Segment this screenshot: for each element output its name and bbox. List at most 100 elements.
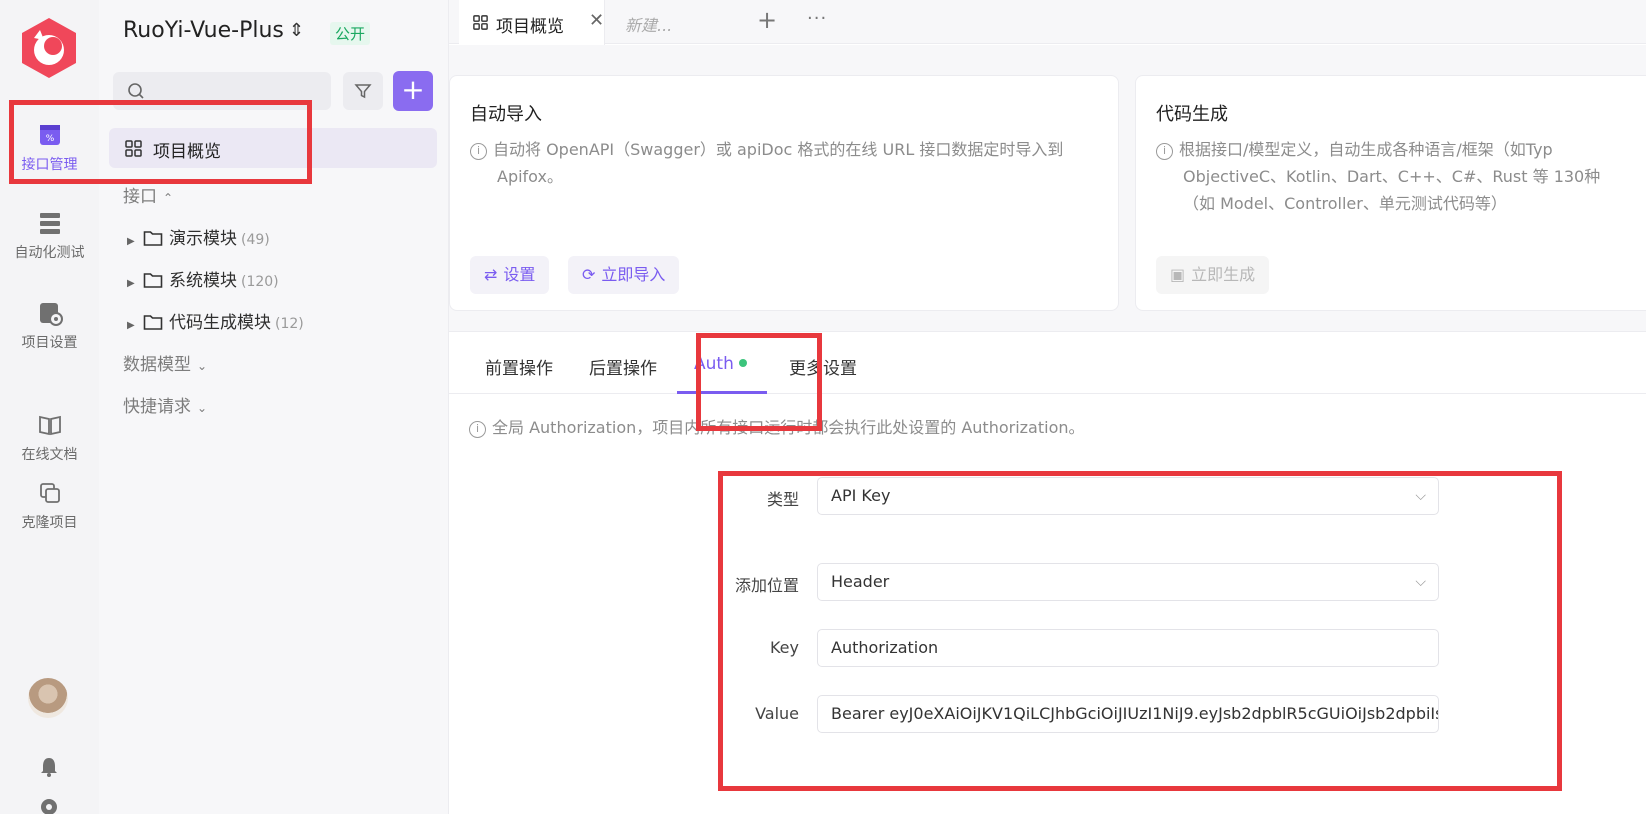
user-avatar[interactable] [28,678,68,718]
folder-count: (49) [241,232,270,248]
tree-group-quick-request[interactable]: 快捷请求 ⌄ [123,392,207,417]
auth-type-select[interactable]: API Key ⌵ [817,477,1439,515]
tab-post-processors[interactable]: 后置操作 [589,354,657,379]
chevron-down-icon: ⌵ [1415,574,1426,590]
tree-group-label: 数据模型 [123,355,191,375]
project-name[interactable]: RuoYi-Vue-Plus [123,18,284,43]
expand-arrow-icon[interactable]: ▶ [127,236,143,247]
key-label: Key [769,638,799,657]
tab-auth[interactable]: Auth [694,354,747,374]
swap-icon: ⇄ [484,265,498,284]
tab-label: 项目概览 [496,17,564,37]
folder-icon [143,273,163,288]
folder-icon [143,315,163,330]
filter-button[interactable] [343,72,383,110]
tree-folder[interactable]: ▶ 系统模块 (120) [127,266,279,291]
tree-group-label: 接口 [123,187,157,207]
project-settings-card: 前置操作 后置操作 Auth 更多设置 i 全局 Authorization，项目… [449,331,1646,814]
visibility-badge: 公开 [330,22,371,45]
auto-import-card: 自动导入 i 自动将 OpenAPI（Swagger）或 apiDoc 格式的在线… [449,75,1119,311]
tree-item-overview[interactable]: 项目概览 [109,128,437,168]
desc-text: 自动将 OpenAPI（Swagger）或 apiDoc 格式的在线 URL 接… [493,140,1064,159]
chevron-down-icon: ⌵ [1415,488,1426,504]
tree-search-input[interactable] [113,72,331,110]
rail-item-api-management[interactable]: % 接口管理 [0,122,99,174]
bell-icon[interactable] [38,756,60,778]
tab-project-overview[interactable]: 项目概览 ✕ [459,0,605,45]
tree-group-api[interactable]: 接口 ⌃ [123,182,173,207]
api-management-icon: % [39,125,60,145]
icon-rail: % 接口管理 自动化测试 项目设置 在线文档 克隆项目 [0,0,99,814]
folder-name: 代码生成模块 [169,313,271,333]
apifox-logo-icon[interactable] [18,16,80,80]
automation-test-icon [39,213,60,234]
add-button[interactable]: + [393,71,433,111]
tip-text: 全局 Authorization，项目内所有接口运行时都会执行此处设置的 Aut… [492,418,1085,437]
auth-tip: i 全局 Authorization，项目内所有接口运行时都会执行此处设置的 Au… [469,414,1085,438]
expand-arrow-icon[interactable]: ▶ [127,278,143,289]
value-label: Value [755,704,799,723]
tab-new[interactable]: 新建... [625,12,672,36]
code-gen-card: 代码生成 i 根据接口/模型定义，自动生成各种语言/框架（如Typ Objecti… [1135,75,1646,311]
folder-name: 系统模块 [169,271,237,291]
tree-item-label: 项目概览 [153,142,221,162]
rail-item-project-settings[interactable]: 项目设置 [0,300,99,352]
button-label: 立即导入 [601,265,666,284]
online-docs-icon [38,415,61,436]
gear-icon[interactable] [38,796,60,814]
main-content: 自动导入 i 自动将 OpenAPI（Swagger）或 apiDoc 格式的在线… [449,45,1646,814]
tab-more-settings[interactable]: 更多设置 [789,354,857,379]
svg-text:%: % [45,134,54,144]
close-icon[interactable]: ✕ [589,10,604,31]
project-switch-icon[interactable]: ⇕ [289,20,304,41]
refresh-icon: ⟳ [582,265,596,284]
status-dot [738,359,747,367]
value-input[interactable]: Bearer eyJ0eXAiOiJKV1QiLCJhbGciOiJIUzI1N… [817,695,1439,733]
info-icon: i [469,421,486,438]
settings-button[interactable]: ⇄ 设置 [470,256,550,294]
more-icon[interactable]: ··· [807,8,827,29]
card-description: i 根据接口/模型定义，自动生成各种语言/框架（如Typ ObjectiveC、K… [1156,136,1600,217]
tree-group-label: 快捷请求 [123,397,191,417]
info-icon: i [470,143,487,160]
chevron-up-icon: ⌃ [163,191,174,205]
tree-folder[interactable]: ▶ 代码生成模块 (12) [127,308,304,333]
rail-item-online-docs[interactable]: 在线文档 [0,412,99,464]
select-value: API Key [831,486,891,505]
tree-folder[interactable]: ▶ 演示模块 (49) [127,224,270,249]
card-title: 自动导入 [470,104,542,125]
desc-text: （如 Model、Controller、单元测试代码等） [1183,194,1507,213]
rail-label: 接口管理 [21,157,78,173]
rail-label: 克隆项目 [21,515,78,531]
auth-type-label: 类型 [766,490,799,509]
tab-pre-processors[interactable]: 前置操作 [485,354,553,379]
button-label: 设置 [503,265,536,284]
rail-label: 自动化测试 [14,245,85,261]
search-icon [128,83,144,99]
tree-group-data-model[interactable]: 数据模型 ⌄ [123,350,207,375]
project-tree-panel: RuoYi-Vue-Plus ⇕ 公开 + 项目概览 接口 ⌃ ▶ 演示模块 (49)… [99,0,449,814]
add-tab-icon[interactable]: + [757,6,777,34]
folder-name: 演示模块 [169,229,237,249]
info-icon: i [1156,143,1173,160]
folder-count: (120) [241,274,279,290]
generate-now-button[interactable]: ▣ 立即生成 [1156,256,1270,294]
clone-project-icon [39,483,60,503]
desc-text: ObjectiveC、Kotlin、Dart、C++、C#、Rust 等 130… [1183,167,1601,186]
terminal-icon: ▣ [1170,265,1186,284]
key-input[interactable]: Authorization [817,629,1439,667]
import-now-button[interactable]: ⟳ 立即导入 [568,256,680,294]
filter-icon [354,84,372,99]
settings-tabs: 前置操作 后置操作 Auth 更多设置 [449,332,1646,394]
rail-label: 在线文档 [21,447,78,463]
editor-tabs-bar: 项目概览 ✕ 新建... + ··· [449,0,1646,45]
rail-item-clone-project[interactable]: 克隆项目 [0,480,99,532]
card-description: i 自动将 OpenAPI（Swagger）或 apiDoc 格式的在线 URL … [470,136,1063,190]
grid-icon [473,15,488,30]
add-location-select[interactable]: Header ⌵ [817,563,1439,601]
desc-text: Apifox。 [497,167,563,186]
chevron-down-icon: ⌄ [197,401,208,415]
rail-item-automation-test[interactable]: 自动化测试 [0,210,99,262]
expand-arrow-icon[interactable]: ▶ [127,320,143,331]
card-title: 代码生成 [1156,104,1228,125]
